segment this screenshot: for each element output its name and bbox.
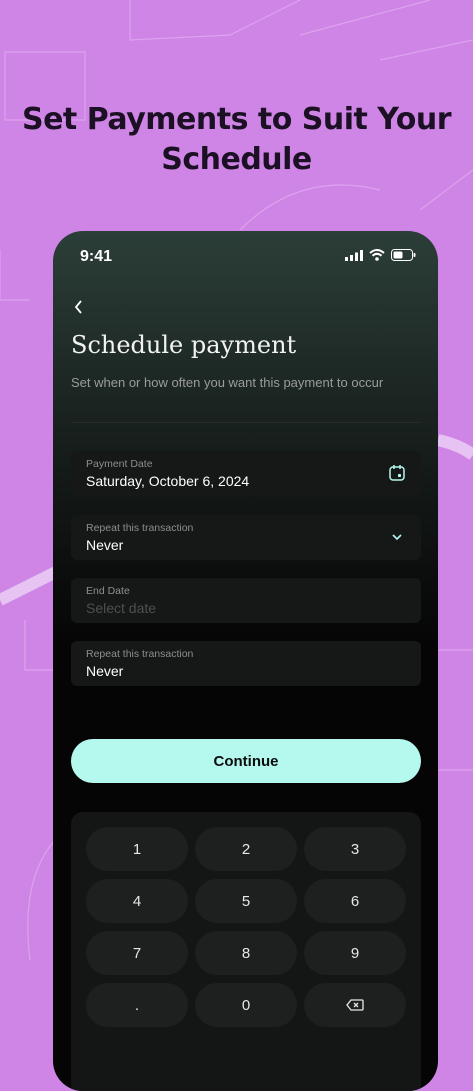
signal-icon [345, 249, 363, 261]
key-6[interactable]: 6 [304, 879, 406, 923]
chevron-down-icon [392, 534, 402, 541]
calendar-icon[interactable] [388, 464, 406, 482]
continue-button[interactable]: Continue [71, 739, 421, 783]
promo-headline: Set Payments to Suit Your Schedule [0, 100, 473, 180]
key-7[interactable]: 7 [86, 931, 188, 975]
field-label: Payment Date [86, 458, 153, 470]
chevron-left-icon [74, 300, 82, 314]
field-value: Never [86, 663, 124, 679]
repeat-transaction-select[interactable]: Repeat this transaction Never [71, 515, 421, 560]
backspace-icon [346, 999, 364, 1011]
field-label: Repeat this transaction [86, 648, 194, 660]
key-decimal[interactable]: . [86, 983, 188, 1027]
key-2[interactable]: 2 [195, 827, 297, 871]
repeat-transaction-field[interactable]: Repeat this transaction Never [71, 641, 421, 686]
key-9[interactable]: 9 [304, 931, 406, 975]
status-time: 9:41 [80, 248, 113, 265]
key-0[interactable]: 0 [195, 983, 297, 1027]
field-placeholder: Select date [86, 600, 157, 616]
back-button[interactable] [67, 293, 95, 321]
key-4[interactable]: 4 [86, 879, 188, 923]
field-label: End Date [86, 585, 130, 597]
headline-line-1: Set Payments to Suit Your [21, 102, 452, 137]
headline-line-2: Schedule [161, 142, 312, 177]
key-3[interactable]: 3 [304, 827, 406, 871]
key-backspace[interactable] [304, 983, 406, 1027]
key-5[interactable]: 5 [195, 879, 297, 923]
page-subtitle: Set when or how often you want this paym… [71, 375, 384, 390]
key-1[interactable]: 1 [86, 827, 188, 871]
battery-icon [391, 249, 416, 261]
divider [71, 422, 421, 423]
field-value: Saturday, October 6, 2024 [86, 473, 250, 489]
payment-date-field[interactable]: Payment Date Saturday, October 6, 2024 [71, 451, 421, 496]
page-title: Schedule payment [71, 331, 297, 359]
end-date-field[interactable]: End Date Select date [71, 578, 421, 623]
wifi-icon [369, 249, 385, 261]
field-label: Repeat this transaction [86, 522, 194, 534]
phone-frame: 9:41 Schedule payment Set when or how of… [53, 231, 438, 1091]
status-bar: 9:41 [53, 231, 438, 283]
numeric-keypad: 1 2 3 4 5 6 7 8 9 . 0 [71, 812, 421, 1091]
key-8[interactable]: 8 [195, 931, 297, 975]
field-value: Never [86, 537, 124, 553]
